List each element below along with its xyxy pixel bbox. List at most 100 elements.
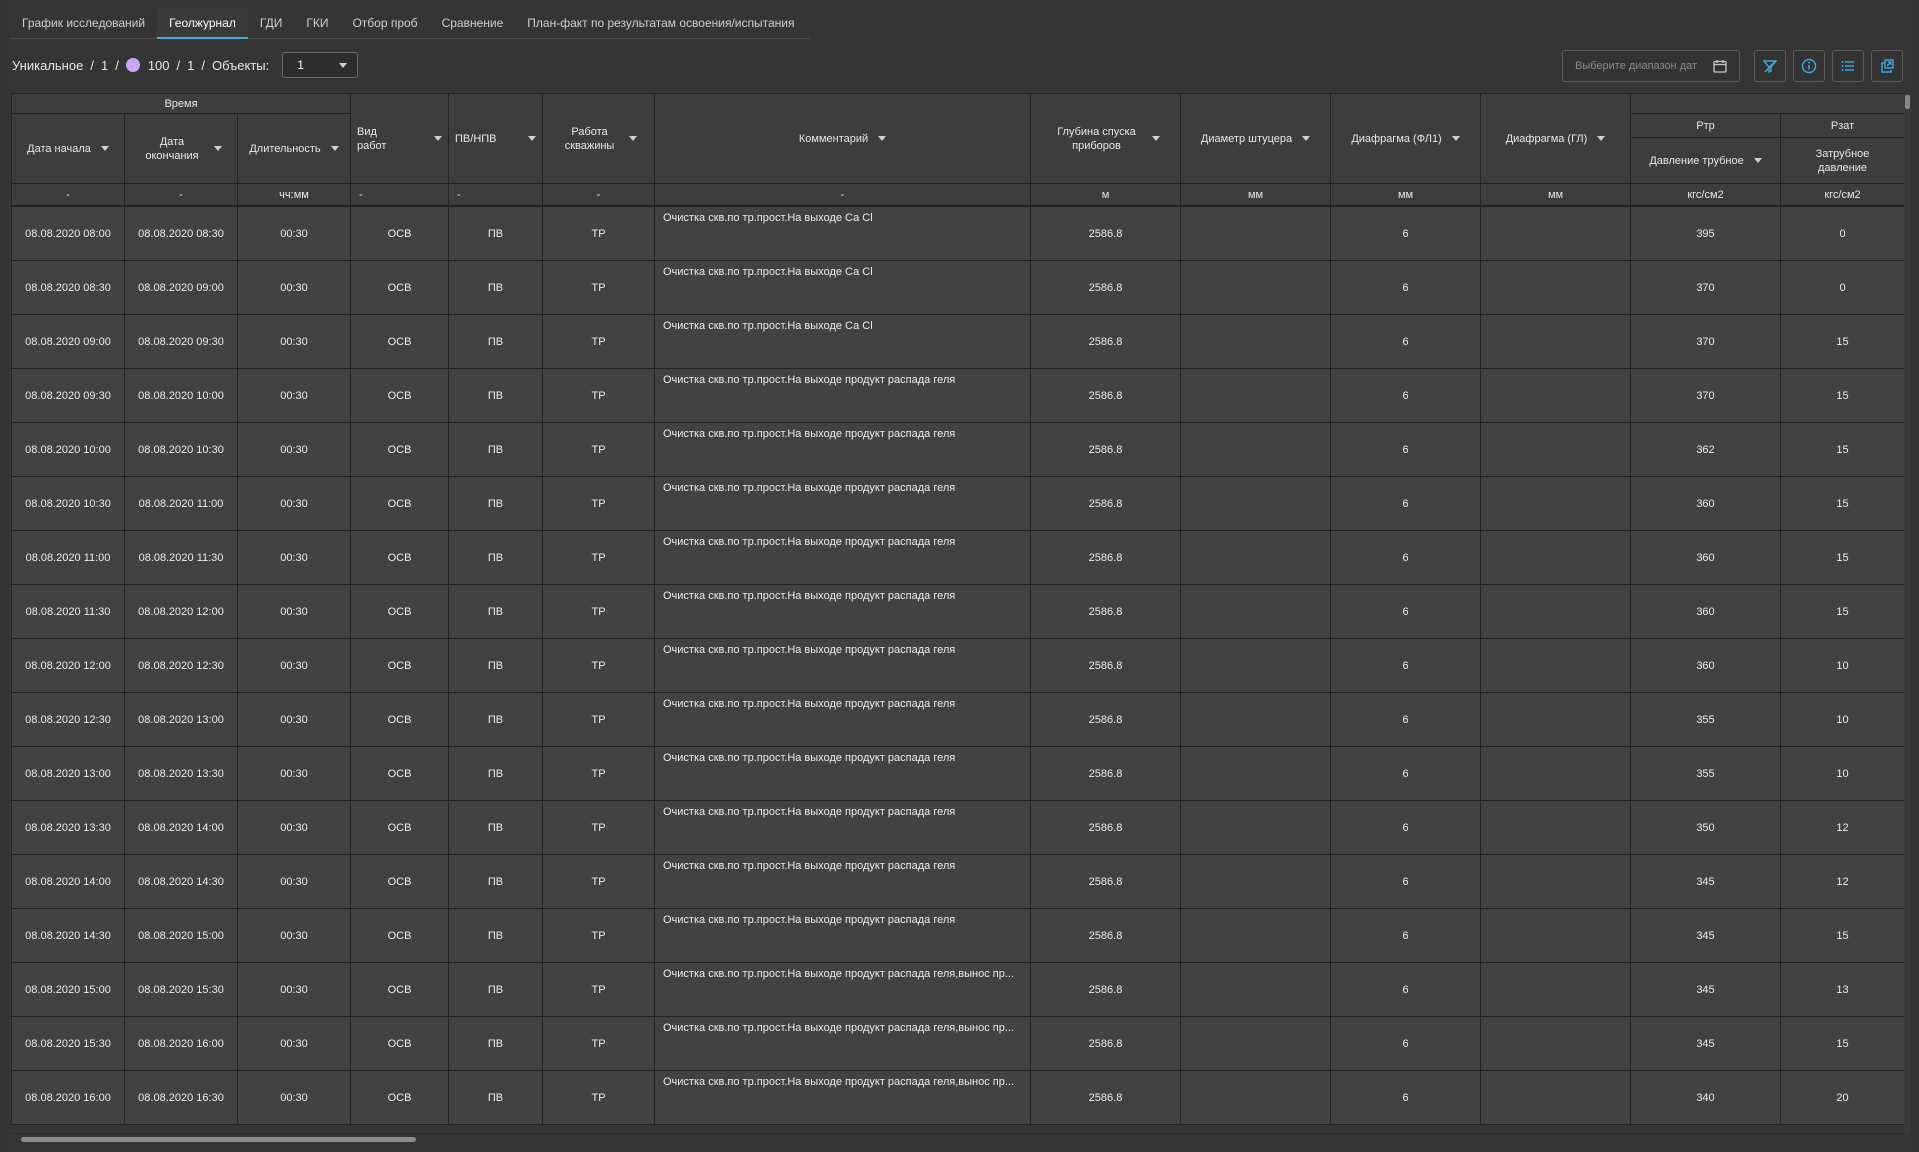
- table-cell[interactable]: ПВ: [448, 908, 543, 963]
- horizontal-scrollbar[interactable]: [11, 1133, 1904, 1144]
- table-cell[interactable]: ТР: [542, 746, 655, 801]
- table-cell[interactable]: 2586.8: [1030, 638, 1181, 693]
- table-cell[interactable]: 08.08.2020 08:30: [11, 260, 125, 315]
- table-cell[interactable]: Очистка скв.по тр.прост.На выходе продук…: [654, 422, 1031, 477]
- table-cell[interactable]: 08.08.2020 10:00: [11, 422, 125, 477]
- table-cell[interactable]: 08.08.2020 09:00: [124, 260, 238, 315]
- table-row[interactable]: 08.08.2020 11:30 08.08.2020 12:00 00:30 ОСВ…: [11, 584, 1904, 639]
- table-cell[interactable]: [1480, 368, 1631, 423]
- table-cell[interactable]: Очистка скв.по тр.прост.На выходе продук…: [654, 1016, 1031, 1071]
- table-cell[interactable]: 15: [1780, 476, 1904, 531]
- table-cell[interactable]: ОСВ: [350, 530, 449, 585]
- col-header-annular-pressure[interactable]: Затрубное давление: [1780, 137, 1904, 184]
- table-cell[interactable]: [1480, 854, 1631, 909]
- table-cell[interactable]: ПВ: [448, 314, 543, 369]
- table-cell[interactable]: 6: [1330, 638, 1481, 693]
- table-cell[interactable]: 15: [1780, 422, 1904, 477]
- table-cell[interactable]: 00:30: [237, 584, 351, 639]
- table-cell[interactable]: 6: [1330, 800, 1481, 855]
- table-cell[interactable]: ПВ: [448, 476, 543, 531]
- table-cell[interactable]: 00:30: [237, 476, 351, 531]
- tab-comparison[interactable]: Сравнение: [430, 8, 516, 39]
- table-cell[interactable]: ОСВ: [350, 908, 449, 963]
- table-cell[interactable]: Очистка скв.по тр.прост.На выходе продук…: [654, 584, 1031, 639]
- table-cell[interactable]: 13: [1780, 962, 1904, 1017]
- table-cell[interactable]: [1180, 1070, 1331, 1125]
- table-cell[interactable]: [1480, 422, 1631, 477]
- table-cell[interactable]: 2586.8: [1030, 908, 1181, 963]
- table-row[interactable]: 08.08.2020 15:30 08.08.2020 16:00 00:30 ОСВ…: [11, 1016, 1904, 1071]
- clear-filter-button[interactable]: [1754, 50, 1786, 82]
- table-cell[interactable]: 10: [1780, 692, 1904, 747]
- table-cell[interactable]: ТР: [542, 368, 655, 423]
- table-cell[interactable]: Очистка скв.по тр.прост.На выходе Са Cl: [654, 206, 1031, 261]
- table-cell[interactable]: ТР: [542, 1070, 655, 1125]
- table-cell[interactable]: 08.08.2020 15:00: [124, 908, 238, 963]
- table-cell[interactable]: 2586.8: [1030, 1070, 1181, 1125]
- col-header-pv[interactable]: ПВ/НПВ: [448, 93, 544, 184]
- table-cell[interactable]: [1180, 260, 1331, 315]
- table-cell[interactable]: 6: [1330, 368, 1481, 423]
- table-row[interactable]: 08.08.2020 09:00 08.08.2020 09:30 00:30 ОСВ…: [11, 314, 1904, 369]
- table-cell[interactable]: 08.08.2020 15:30: [124, 962, 238, 1017]
- table-cell[interactable]: 08.08.2020 11:00: [124, 476, 238, 531]
- table-cell[interactable]: 360: [1630, 638, 1781, 693]
- table-cell[interactable]: ТР: [542, 692, 655, 747]
- table-cell[interactable]: Очистка скв.по тр.прост.На выходе продук…: [654, 962, 1031, 1017]
- col-header-tube-pressure[interactable]: Давление трубное: [1630, 137, 1782, 184]
- table-cell[interactable]: [1480, 638, 1631, 693]
- table-cell[interactable]: [1180, 476, 1331, 531]
- table-cell[interactable]: [1480, 530, 1631, 585]
- table-cell[interactable]: Очистка скв.по тр.прост.На выходе продук…: [654, 800, 1031, 855]
- table-cell[interactable]: 2586.8: [1030, 854, 1181, 909]
- table-cell[interactable]: 355: [1630, 692, 1781, 747]
- table-row[interactable]: 08.08.2020 10:00 08.08.2020 10:30 00:30 ОСВ…: [11, 422, 1904, 477]
- table-cell[interactable]: 08.08.2020 14:00: [11, 854, 125, 909]
- table-cell[interactable]: 08.08.2020 13:30: [124, 746, 238, 801]
- table-cell[interactable]: [1180, 1016, 1331, 1071]
- table-cell[interactable]: 6: [1330, 908, 1481, 963]
- tab-gdi[interactable]: ГДИ: [248, 8, 294, 39]
- table-cell[interactable]: 10: [1780, 746, 1904, 801]
- table-cell[interactable]: 2586.8: [1030, 692, 1181, 747]
- table-cell[interactable]: 08.08.2020 13:00: [124, 692, 238, 747]
- table-cell[interactable]: 08.08.2020 16:30: [124, 1070, 238, 1125]
- table-cell[interactable]: 362: [1630, 422, 1781, 477]
- table-cell[interactable]: [1480, 260, 1631, 315]
- table-cell[interactable]: 6: [1330, 1070, 1481, 1125]
- table-cell[interactable]: ПВ: [448, 260, 543, 315]
- table-row[interactable]: 08.08.2020 16:00 08.08.2020 16:30 00:30 ОСВ…: [11, 1070, 1904, 1125]
- table-cell[interactable]: [1180, 962, 1331, 1017]
- table-cell[interactable]: 08.08.2020 16:00: [11, 1070, 125, 1125]
- table-cell[interactable]: ТР: [542, 530, 655, 585]
- col-header-comment[interactable]: Комментарий: [654, 93, 1032, 184]
- table-cell[interactable]: ОСВ: [350, 584, 449, 639]
- table-cell[interactable]: ТР: [542, 260, 655, 315]
- table-cell[interactable]: 0: [1780, 260, 1904, 315]
- table-cell[interactable]: 15: [1780, 584, 1904, 639]
- col-header-work-type[interactable]: Вид работ: [350, 93, 450, 184]
- table-cell[interactable]: ПВ: [448, 206, 543, 261]
- table-row[interactable]: 08.08.2020 12:30 08.08.2020 13:00 00:30 ОСВ…: [11, 692, 1904, 747]
- table-cell[interactable]: 08.08.2020 08:30: [124, 206, 238, 261]
- col-header-choke[interactable]: Диаметр штуцера: [1180, 93, 1332, 184]
- table-cell[interactable]: 6: [1330, 746, 1481, 801]
- table-cell[interactable]: 12: [1780, 854, 1904, 909]
- table-cell[interactable]: 08.08.2020 11:30: [124, 530, 238, 585]
- table-cell[interactable]: 00:30: [237, 962, 351, 1017]
- table-cell[interactable]: ОСВ: [350, 854, 449, 909]
- table-cell[interactable]: [1480, 800, 1631, 855]
- table-cell[interactable]: 08.08.2020 13:30: [11, 800, 125, 855]
- tab-sampling[interactable]: Отбор проб: [340, 8, 429, 39]
- table-cell[interactable]: 360: [1630, 476, 1781, 531]
- table-cell[interactable]: 10: [1780, 638, 1904, 693]
- table-cell[interactable]: 15: [1780, 530, 1904, 585]
- vertical-scrollbar[interactable]: [1904, 93, 1911, 1133]
- tab-geojournal[interactable]: Геолжурнал: [157, 8, 248, 39]
- info-button[interactable]: [1793, 50, 1825, 82]
- table-cell[interactable]: ОСВ: [350, 1070, 449, 1125]
- table-cell[interactable]: 2586.8: [1030, 368, 1181, 423]
- table-cell[interactable]: ОСВ: [350, 962, 449, 1017]
- table-cell[interactable]: [1480, 746, 1631, 801]
- table-row[interactable]: 08.08.2020 08:30 08.08.2020 09:00 00:30 ОСВ…: [11, 260, 1904, 315]
